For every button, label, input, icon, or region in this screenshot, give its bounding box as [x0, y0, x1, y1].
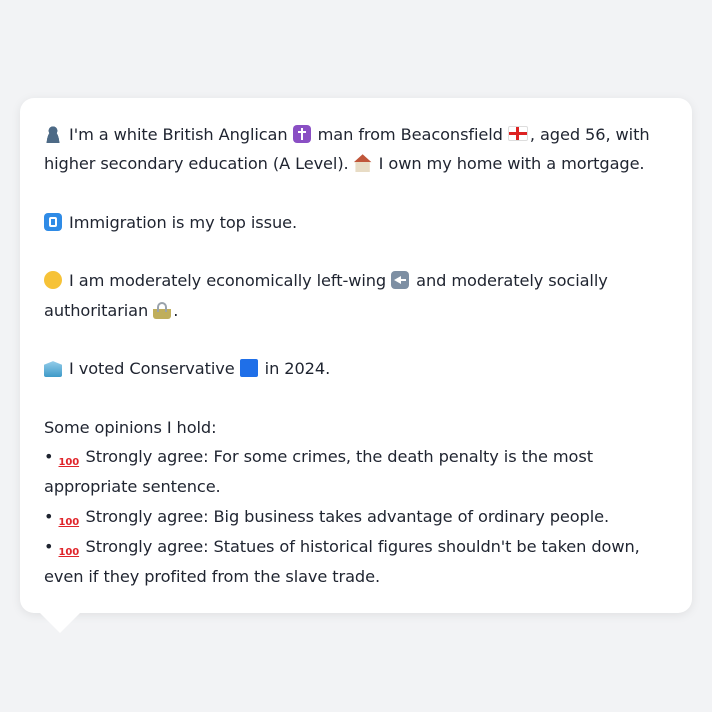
left-arrow-icon — [391, 271, 410, 290]
bullet: • — [44, 536, 54, 556]
message-text: I'm a white British Anglican man from Be… — [44, 120, 668, 591]
location-text: man from Beaconsfield — [317, 125, 503, 144]
opinion-text: Strongly agree: Statues of historical fi… — [44, 536, 640, 586]
passport-control-icon — [44, 212, 62, 231]
opinion-text: Strongly agree: For some crimes, the dea… — [44, 447, 593, 497]
vote-paragraph: I voted Conservative in 2024. — [44, 354, 668, 383]
message-bubble: I'm a white British Anglican man from Be… — [20, 98, 692, 613]
identity-paragraph: I'm a white British Anglican man from Be… — [44, 120, 668, 179]
hundred-points-icon: 100 — [58, 546, 80, 558]
england-flag-icon — [507, 126, 528, 141]
issue-text: Immigration is my top issue. — [69, 212, 298, 232]
opinions-heading: Some opinions I hold: — [44, 417, 217, 437]
bullet: • — [44, 506, 54, 526]
housing-text: I own my home with a mortgage. — [378, 154, 645, 174]
vote-year-text: in 2024. — [264, 359, 331, 379]
ballot-box-icon — [44, 361, 62, 378]
hundred-points-icon: 100 — [58, 516, 80, 528]
latin-cross-icon — [292, 125, 311, 143]
house-icon — [353, 154, 372, 173]
opinion-item: • 100 Strongly agree: Statues of histori… — [44, 532, 668, 591]
identity-text: I'm a white British Anglican — [69, 125, 288, 144]
blue-square-icon — [239, 359, 258, 378]
opinion-item: • 100 Strongly agree: Big business takes… — [44, 502, 668, 532]
economic-text: I am moderately economically left-wing — [69, 271, 387, 291]
bubble-tail — [40, 613, 80, 633]
ideology-paragraph: I am moderately economically left-wing a… — [44, 266, 668, 325]
vote-text: I voted Conservative — [69, 359, 235, 379]
hundred-points-icon: 100 — [58, 457, 80, 469]
opinion-item: • 100 Strongly agree: For some crimes, t… — [44, 442, 668, 501]
period: . — [173, 300, 179, 320]
user-icon — [44, 125, 62, 143]
thinking-face-icon — [44, 271, 62, 290]
opinion-text: Strongly agree: Big business takes advan… — [85, 506, 610, 526]
issue-paragraph: Immigration is my top issue. — [44, 208, 668, 237]
lock-icon — [153, 300, 172, 319]
bullet: • — [44, 447, 54, 467]
